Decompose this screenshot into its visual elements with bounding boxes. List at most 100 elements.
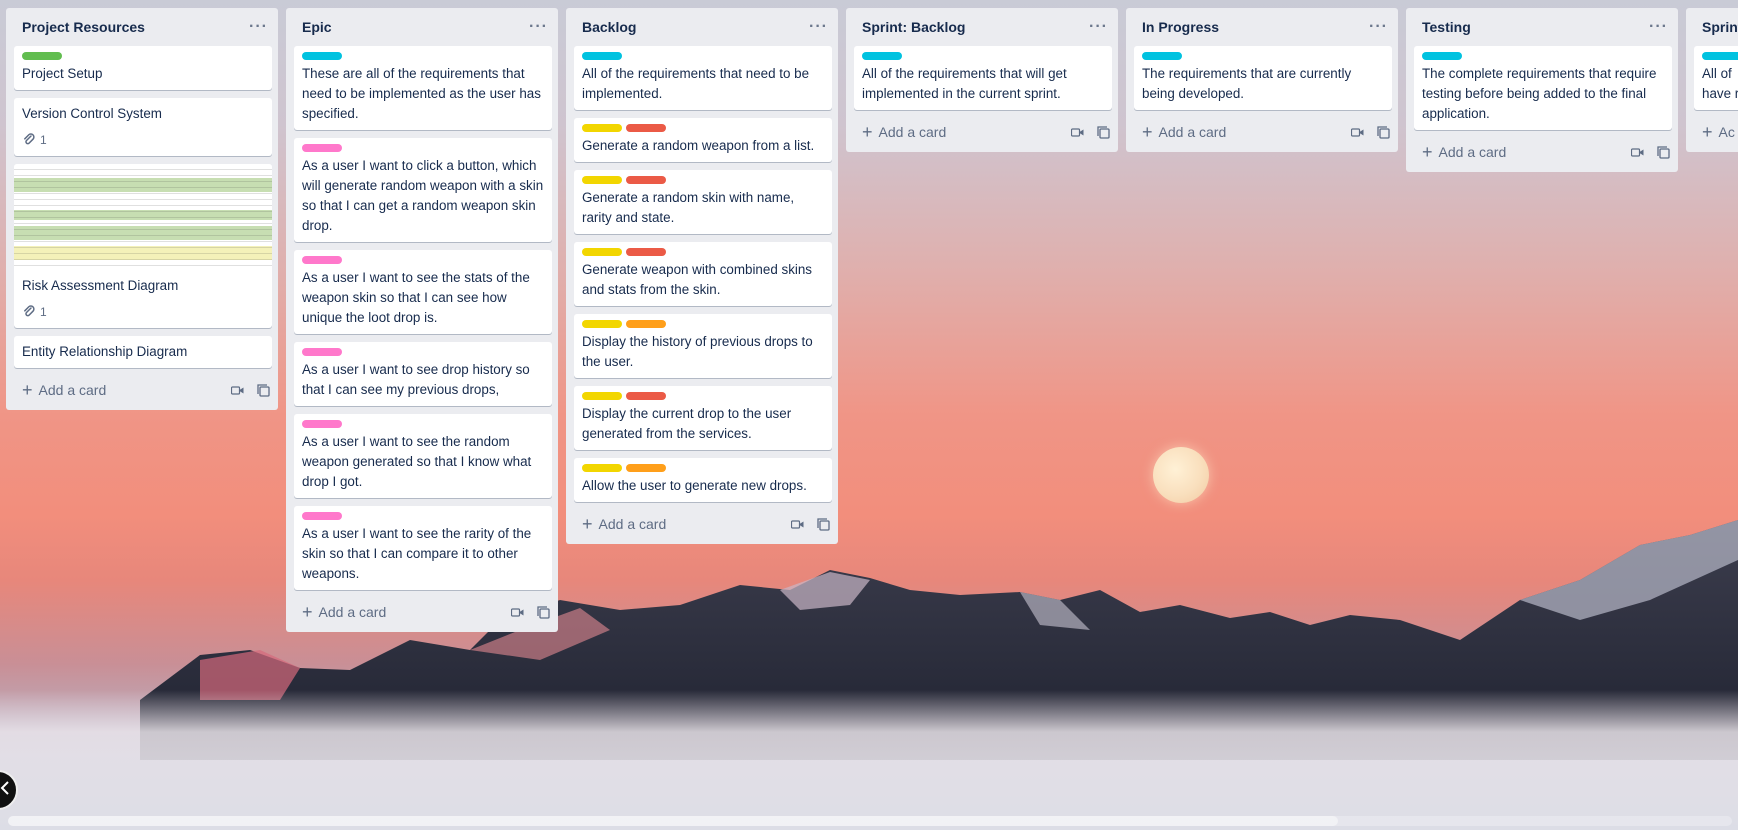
card-title: The requirements that are currently bein… [1142, 66, 1352, 101]
label-cyan[interactable] [862, 52, 902, 60]
list-menu-icon[interactable]: ··· [809, 19, 828, 35]
card[interactable]: As a user I want to see the random weapo… [294, 414, 552, 498]
camera-icon[interactable] [1070, 125, 1084, 139]
add-card-label: Add a card [318, 604, 387, 620]
card[interactable]: Generate weapon with combined skins and … [574, 242, 832, 306]
card-title: As a user I want to see drop history so … [302, 362, 530, 397]
card[interactable]: Entity Relationship Diagram [14, 336, 272, 368]
list-header: Epic ··· [294, 8, 552, 46]
card[interactable]: The requirements that are currently bein… [1134, 46, 1392, 110]
card-badges: 1 [22, 130, 264, 150]
add-card-button[interactable]: + Add a card [1142, 123, 1226, 141]
list-menu-icon[interactable]: ··· [1369, 19, 1388, 35]
card[interactable]: Display the current drop to the user gen… [574, 386, 832, 450]
label-pink[interactable] [302, 144, 342, 152]
list-title[interactable]: In Progress [1142, 19, 1219, 35]
list-title[interactable]: Sprint: Backlog [862, 19, 965, 35]
card[interactable]: Generate a random skin with name, rarity… [574, 170, 832, 234]
add-card-button[interactable]: + Add a card [302, 603, 386, 621]
plus-icon: + [862, 122, 873, 142]
label-orange[interactable] [626, 320, 666, 328]
card[interactable]: These are all of the requirements that n… [294, 46, 552, 130]
card[interactable]: Project Setup [14, 46, 272, 90]
label-red[interactable] [626, 392, 666, 400]
camera-icon[interactable] [1630, 145, 1644, 159]
plus-icon: + [1142, 122, 1153, 142]
card[interactable]: As a user I want to see the rarity of th… [294, 506, 552, 590]
camera-icon[interactable] [230, 383, 244, 397]
list-title[interactable]: Project Resources [22, 19, 145, 35]
list-sprint-partial: Sprint All of have r + Ac [1686, 8, 1738, 152]
list-sprint-backlog: Sprint: Backlog ··· All of the requireme… [846, 8, 1118, 152]
camera-icon[interactable] [1350, 125, 1364, 139]
template-icon[interactable] [256, 383, 270, 397]
card[interactable]: All of have r [1694, 46, 1738, 110]
card[interactable]: All of the requirements that will get im… [854, 46, 1112, 110]
card[interactable]: As a user I want to see the stats of the… [294, 250, 552, 334]
card[interactable]: All of the requirements that need to be … [574, 46, 832, 110]
list-title[interactable]: Backlog [582, 19, 636, 35]
label-yellow[interactable] [582, 392, 622, 400]
label-yellow[interactable] [582, 124, 622, 132]
label-cyan[interactable] [302, 52, 342, 60]
list-title[interactable]: Testing [1422, 19, 1471, 35]
label-cyan[interactable] [1142, 52, 1182, 60]
card[interactable]: Display the history of previous drops to… [574, 314, 832, 378]
label-yellow[interactable] [582, 176, 622, 184]
camera-icon[interactable] [790, 517, 804, 531]
add-card-label: Add a card [598, 516, 667, 532]
card[interactable]: Version Control System 1 [14, 98, 272, 156]
list-menu-icon[interactable]: ··· [1089, 19, 1108, 35]
horizontal-scrollbar-thumb[interactable] [8, 816, 1338, 826]
template-icon[interactable] [1096, 125, 1110, 139]
card[interactable]: Risk Assessment Diagram 1 [14, 164, 272, 328]
list-menu-icon[interactable]: ··· [529, 19, 548, 35]
template-icon[interactable] [536, 605, 550, 619]
label-pink[interactable] [302, 512, 342, 520]
label-red[interactable] [626, 176, 666, 184]
label-yellow[interactable] [582, 248, 622, 256]
card[interactable]: As a user I want to click a button, whic… [294, 138, 552, 242]
label-cyan[interactable] [1422, 52, 1462, 60]
list-menu-icon[interactable]: ··· [249, 19, 268, 35]
plus-icon: + [1422, 142, 1433, 162]
label-yellow[interactable] [582, 464, 622, 472]
card[interactable]: As a user I want to see drop history so … [294, 342, 552, 406]
add-card-row: + Add a card [294, 596, 552, 628]
list-title[interactable]: Epic [302, 19, 332, 35]
add-card-button[interactable]: + Add a card [582, 515, 666, 533]
template-icon[interactable] [1656, 145, 1670, 159]
template-icon[interactable] [1376, 125, 1390, 139]
list-menu-icon[interactable]: ··· [1649, 19, 1668, 35]
card[interactable]: Allow the user to generate new drops. [574, 458, 832, 502]
label-yellow[interactable] [582, 320, 622, 328]
card-title: The complete requirements that require t… [1422, 66, 1657, 121]
label-green[interactable] [22, 52, 62, 60]
add-card-button[interactable]: + Add a card [1422, 143, 1506, 161]
list-header: Sprint [1694, 8, 1738, 46]
label-cyan[interactable] [1702, 52, 1738, 60]
card-title: All of the requirements that will get im… [862, 66, 1067, 101]
list-header: Sprint: Backlog ··· [854, 8, 1112, 46]
card-badges: 1 [22, 302, 264, 322]
list-title[interactable]: Sprint [1702, 19, 1738, 35]
add-card-label: Add a card [38, 382, 107, 398]
add-card-button[interactable]: + Add a card [862, 123, 946, 141]
label-red[interactable] [626, 124, 666, 132]
label-orange[interactable] [626, 464, 666, 472]
list-header: Backlog ··· [574, 8, 832, 46]
add-card-button[interactable]: + Add a card [22, 381, 106, 399]
card[interactable]: The complete requirements that require t… [1414, 46, 1672, 130]
label-pink[interactable] [302, 420, 342, 428]
card[interactable]: Generate a random weapon from a list. [574, 118, 832, 162]
add-card-button[interactable]: + Ac [1702, 123, 1735, 141]
camera-icon[interactable] [510, 605, 524, 619]
list-in-progress: In Progress ··· The requirements that ar… [1126, 8, 1398, 152]
label-pink[interactable] [302, 348, 342, 356]
template-icon[interactable] [816, 517, 830, 531]
label-pink[interactable] [302, 256, 342, 264]
moon [1153, 447, 1209, 503]
label-red[interactable] [626, 248, 666, 256]
label-cyan[interactable] [582, 52, 622, 60]
add-card-row: + Add a card [1414, 136, 1672, 168]
